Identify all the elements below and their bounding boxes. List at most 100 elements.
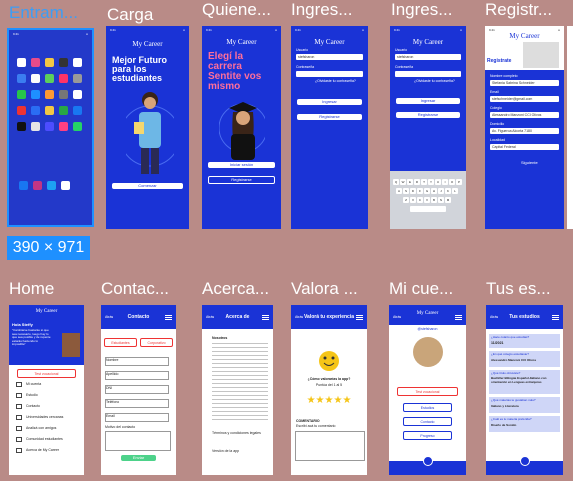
password-input[interactable] [395,71,461,77]
menu-comunidad[interactable]: Comunidad estudiantes [26,437,63,442]
app-icon[interactable] [73,106,82,115]
menu-contacto[interactable]: Contacto [26,404,40,409]
frame-quienes[interactable]: 9:41 ▪▪ My Career Elegí la carrera Sentit… [202,26,281,229]
ingresar-button[interactable]: Ingresar [297,99,362,105]
app-icon[interactable] [73,74,82,83]
app-icon[interactable] [31,122,40,131]
menu-icon[interactable] [356,315,363,321]
app-icon[interactable] [45,106,54,115]
app-icon[interactable] [31,90,40,99]
frame-ingreso-keyboard[interactable]: 9:41 ▪▪ My Career Usuario stefsharon Cont… [390,26,466,229]
app-icon[interactable] [17,122,26,131]
frame-label-ingreso[interactable]: Ingres... [291,0,352,20]
frame-carga[interactable]: 9:41 ▪▪ My Career Mejor Futuro para los e… [106,26,189,229]
domicilio-input[interactable]: Av. Figueroa Alcorta 7180 [490,128,559,134]
app-icon[interactable] [17,90,26,99]
app-icon[interactable] [17,58,26,67]
frame-label-registro[interactable]: Registr... [485,0,552,20]
estudios-button[interactable]: Estudios [403,403,452,412]
localidad-input[interactable]: Capital Federal [490,144,559,150]
test-vocacional-button[interactable]: Test vocacional [397,387,458,396]
forgot-password-link[interactable]: ¿Olvidaste tu contraseña? [315,79,356,83]
app-icon[interactable] [17,74,26,83]
center-action-button[interactable] [519,456,530,466]
menu-icon[interactable] [552,315,559,321]
forgot-password-link[interactable]: ¿Olvidaste tu contraseña? [414,79,455,83]
keyboard[interactable]: QW ER TY UI OP AS DF GH JK L ZX CV BN M [390,171,466,229]
frame-estudios[interactable]: Atrás Tus estudios ¿Hace cuánto que estu… [486,305,563,475]
frame-label-entrada[interactable]: Entram... [9,3,78,23]
frame-label-estudios[interactable]: Tus es... [486,279,551,299]
motivo-textarea[interactable] [105,431,171,451]
app-icon[interactable] [17,106,26,115]
registrarse-button[interactable]: Registrarse [396,112,460,118]
menu-icon[interactable] [455,315,462,321]
menu-universidades[interactable]: Universidades cercanas [26,415,63,420]
usuario-input[interactable]: stefsharon [395,54,461,60]
password-input[interactable] [296,71,363,77]
frame-label-mi-cuenta[interactable]: Mi cue... [389,279,453,299]
app-icon[interactable] [61,181,70,190]
frame-valora[interactable]: Atrás Valorá tu experiencia ¿Cómo valora… [291,305,367,475]
terminos-link[interactable]: Términos y condiciones legales [212,431,261,436]
frame-label-quienes[interactable]: Quiene... [202,0,271,20]
app-icon[interactable] [59,58,68,67]
nombre-input[interactable]: Nombre [105,357,169,366]
iniciar-sesion-button[interactable]: Iniciar sesión [208,162,275,168]
version-link[interactable]: Versión de la app [212,449,239,454]
app-icon[interactable] [59,122,68,131]
frame-label-ingreso-2[interactable]: Ingres... [391,0,452,20]
frame-home[interactable]: My Career Hola Steffy "Cambiarse bastant… [9,305,84,475]
menu-icon[interactable] [165,315,172,321]
siguiente-link[interactable]: Siguiente [521,160,538,165]
contacto-button[interactable]: Contacto [403,417,452,426]
colegio-input[interactable]: Alessandro Manzoni CCI Olivos [490,112,559,118]
app-icon[interactable] [45,74,54,83]
app-icon[interactable] [59,74,68,83]
usuario-input[interactable]: stefsharon [296,54,363,60]
tab-bar[interactable] [389,456,466,475]
nombre-input[interactable]: Stefania Sabrina Schneider [490,80,559,86]
app-icon[interactable] [31,74,40,83]
star-rating[interactable]: ★★★★★ [291,395,367,406]
app-icon[interactable] [59,90,68,99]
frame-label-valora[interactable]: Valora ... [291,279,358,299]
comenzar-button[interactable]: Comenzar [112,183,183,189]
email-input[interactable]: stefschneider@gmail.com [490,96,559,102]
frame-label-home[interactable]: Home [9,279,54,299]
app-icon[interactable] [45,90,54,99]
comment-textarea[interactable] [295,431,365,461]
app-icon[interactable] [73,58,82,67]
menu-acerca[interactable]: Acerca de My Career [26,448,59,453]
menu-estudio[interactable]: Estudio [26,393,38,398]
frame-ingreso[interactable]: 9:41 ▪▪ My Career Usuario stefsharon Cont… [291,26,368,229]
tab-corporativo[interactable]: Corporativo [140,338,173,347]
menu-icon[interactable] [262,315,269,321]
frame-label-carga[interactable]: Carga [107,5,153,25]
app-icon[interactable] [31,58,40,67]
app-icon[interactable] [73,90,82,99]
dni-input[interactable]: DNI [105,385,169,394]
app-icon[interactable] [19,181,28,190]
app-icon[interactable] [73,122,82,131]
registrarse-button[interactable]: Registrarse [208,176,275,184]
app-icon[interactable] [45,122,54,131]
registrarse-button[interactable]: Registrarse [297,114,362,120]
frame-contacto[interactable]: Atrás Contacto Estudiantes Corporativo N… [101,305,176,475]
apellido-input[interactable]: Apellido [105,371,169,380]
app-icon[interactable] [45,58,54,67]
tab-bar[interactable] [486,456,563,475]
menu-mi-cuenta[interactable]: Mi cuenta [26,382,41,387]
app-icon[interactable] [59,106,68,115]
menu-amigos[interactable]: Analizá con amigos [26,426,56,431]
frame-acerca[interactable]: Atrás Acerca de Nosotros Términos y cond… [202,305,273,475]
telefono-input[interactable]: Teléfono [105,399,169,408]
test-vocacional-button[interactable]: Test vocacional [17,369,76,378]
tab-estudiantes[interactable]: Estudiantes [104,338,137,347]
frame-registro[interactable]: 9:41 ▪▪ My Career Registrate Nombre compl… [485,26,564,229]
frame-label-contacto[interactable]: Contac... [101,279,169,299]
center-action-button[interactable] [422,456,433,466]
ingresar-button[interactable]: Ingresar [396,98,460,104]
enviar-button[interactable]: Enviar [121,455,156,461]
app-icon[interactable] [33,181,42,190]
